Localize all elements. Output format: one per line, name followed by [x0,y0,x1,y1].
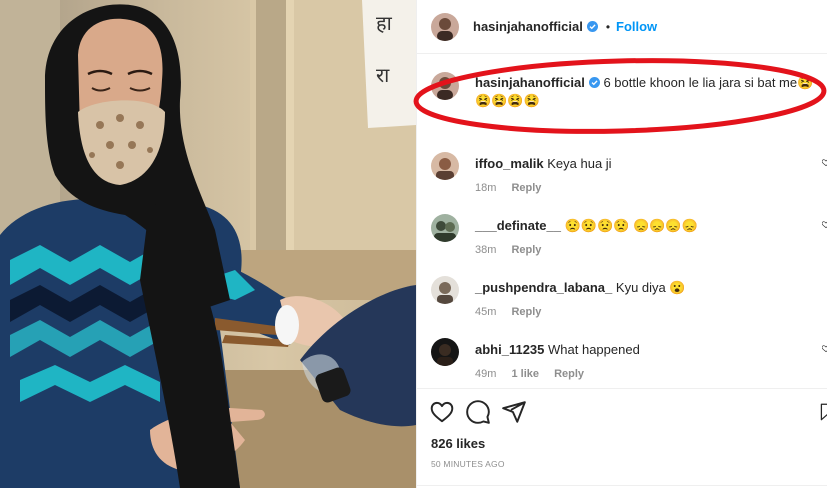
comment-time: 18m [475,182,497,194]
comment-text: What happened [548,342,640,357]
reply-button[interactable]: Reply [511,244,541,256]
caption-username[interactable]: hasinjahanofficial [475,75,585,90]
post-photo: हा रा [0,0,416,488]
comment-avatar[interactable] [431,276,459,304]
comment-item: iffoo_malik Keya hua ji 18m Reply [431,152,827,202]
comment-meta: 18m Reply [475,182,553,194]
comment-line: ___definate__ 😟😟😟😟 😞😞😞😞 [475,218,698,234]
comment-like-icon[interactable] [822,220,827,230]
reply-button[interactable]: Reply [554,368,584,380]
caption-avatar[interactable] [431,72,459,100]
comment-meta: 45m Reply [475,306,553,318]
comment-item: abhi_11235 What happened 49m 1 like Repl… [431,338,827,388]
post-details-panel: hasinjahanofficial • Follow hasinjahanof… [416,0,827,488]
wall-sign-line-2: रा [376,63,390,87]
comment-item: _pushpendra_labana_ Kyu diya 😮 45m Reply [431,276,827,326]
post-timestamp: 50 MINUTES AGO [431,459,505,469]
comment-text: Kyu diya 😮 [615,280,686,295]
post-actions: 826 likes 50 MINUTES AGO [417,388,827,488]
comment-username[interactable]: ___definate__ [475,218,561,233]
comment-item: ___definate__ 😟😟😟😟 😞😞😞😞 38m Reply [431,214,827,264]
comment-avatar[interactable] [431,338,459,366]
post-header: hasinjahanofficial • Follow [417,0,827,54]
comment-avatar[interactable] [431,214,459,242]
comment-meta: 38m Reply [475,244,553,256]
verified-badge-icon [588,77,600,88]
action-buttons [429,399,527,425]
comment-line: _pushpendra_labana_ Kyu diya 😮 [475,280,686,296]
post-photo-illustration: हा रा [0,0,416,488]
bookmark-icon[interactable] [820,399,827,425]
reply-button[interactable]: Reply [511,182,541,194]
wall-sign-line-1: हा [376,11,393,35]
comment-username[interactable]: abhi_11235 [475,342,544,357]
reply-button[interactable]: Reply [511,306,541,318]
heart-icon[interactable] [429,399,455,425]
follow-button[interactable]: Follow [616,19,657,34]
separator-dot: • [605,19,611,34]
comment-bubble-icon[interactable] [465,399,491,425]
comment-text: 😟😟😟😟 😞😞😞😞 [564,218,698,233]
comment-like-icon[interactable] [822,158,827,168]
divider [417,485,827,486]
paper-plane-icon[interactable] [501,399,527,425]
comment-username[interactable]: _pushpendra_labana_ [475,280,612,295]
comment-text: Keya hua ji [547,156,612,171]
likes-count[interactable]: 826 likes [431,436,485,451]
verified-badge-icon [586,21,598,32]
comment-time: 49m [475,368,497,380]
comment-like-icon[interactable] [822,344,827,354]
comment-like-count[interactable]: 1 like [511,368,539,380]
caption-text-block: hasinjahanofficial 6 bottle khoon le lia… [475,74,825,110]
comment-line: iffoo_malik Keya hua ji [475,156,612,171]
comment-line: abhi_11235 What happened [475,342,640,357]
author-username[interactable]: hasinjahanofficial [473,19,583,34]
wall-sign: हा रा [362,0,416,128]
comment-username[interactable]: iffoo_malik [475,156,544,171]
comment-time: 45m [475,306,497,318]
comment-time: 38m [475,244,497,256]
author-avatar[interactable] [431,12,459,41]
comment-avatar[interactable] [431,152,459,180]
comment-meta: 49m 1 like Reply [475,368,596,380]
